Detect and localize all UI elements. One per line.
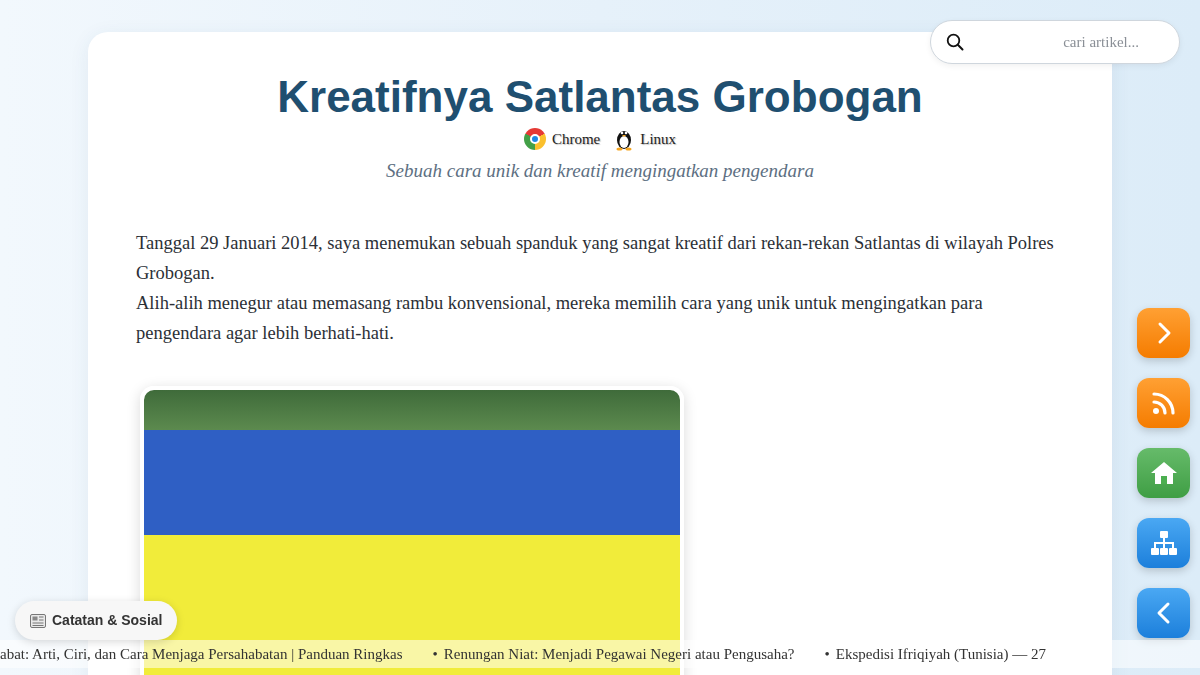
home-button[interactable] [1137,448,1190,498]
ticker-item[interactable]: • Renungan Niat: Menjadi Pegawai Negeri a… [432,643,794,666]
article-photo [140,386,684,675]
chrome-icon [524,128,546,150]
ticker-item[interactable]: abat: Arti, Ciri, dan Cara Menjaga Persa… [0,643,402,666]
search-box[interactable] [930,20,1180,64]
platform-label: Linux [640,128,676,151]
article-paragraph: Tanggal 29 Januari 2014, saya menemukan … [136,228,1064,288]
category-label: Catatan & Sosial [52,610,162,631]
ticker-text: Renungan Niat: Menjadi Pegawai Negeri at… [444,643,795,666]
platform-label: Chrome [552,128,600,151]
platform-item: Chrome [524,128,600,151]
news-ticker: abat: Arti, Ciri, dan Cara Menjaga Persa… [0,640,1200,668]
article-title: Kreatifnya Satlantas Grobogan [136,70,1064,124]
rss-icon [1151,390,1177,416]
penguin-icon [614,127,634,151]
article-subtitle: Sebuah cara unik dan kreatif mengingatka… [136,158,1064,184]
search-icon [946,33,964,51]
sitemap-button[interactable] [1137,518,1190,568]
article-card: Kreatifnya Satlantas Grobogan Chrome Linu… [88,32,1112,675]
sitemap-icon [1150,530,1178,556]
ticker-bullet: • [824,643,829,666]
previous-button[interactable] [1137,588,1190,638]
chevron-left-icon [1152,601,1176,625]
category-badge[interactable]: Catatan & Sosial [15,601,177,640]
floating-buttons [1137,308,1190,638]
platform-item: Linux [614,127,676,151]
rss-button[interactable] [1137,378,1190,428]
ticker-item[interactable]: • Ekspedisi Ifriqiyah (Tunisia) — 27 [824,643,1046,666]
ticker-bullet: • [432,643,437,666]
search-input[interactable] [972,30,1167,55]
home-icon [1150,460,1178,486]
chevron-right-icon [1152,321,1176,345]
ticker-text: Ekspedisi Ifriqiyah (Tunisia) — 27 [836,643,1046,666]
chrome-center [530,134,540,144]
ticker-text: abat: Arti, Ciri, dan Cara Menjaga Persa… [0,643,402,666]
next-button[interactable] [1137,308,1190,358]
article-paragraph: Alih-alih menegur atau memasang rambu ko… [136,288,1064,348]
article-body: Tanggal 29 Januari 2014, saya menemukan … [136,228,1064,348]
newspaper-icon [30,614,46,628]
platform-list: Chrome Linux [136,126,1064,152]
